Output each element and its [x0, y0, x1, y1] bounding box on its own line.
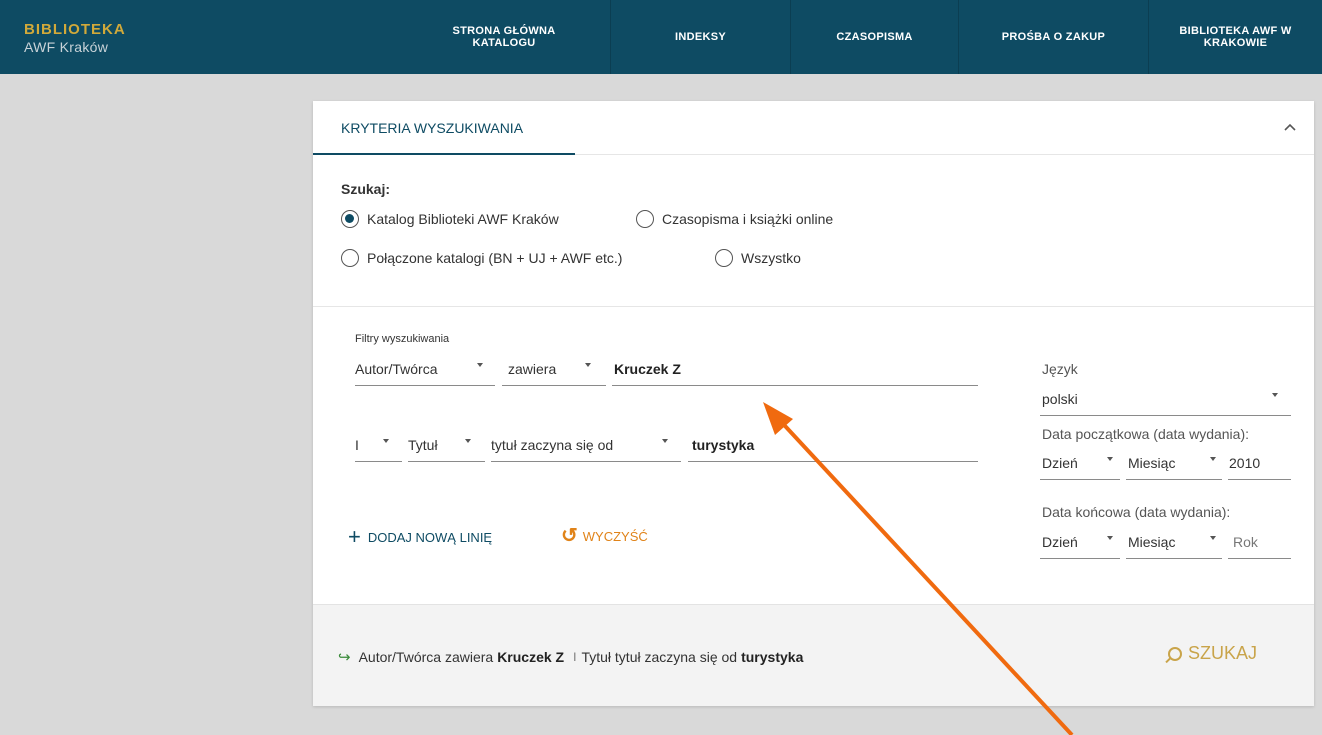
- start-date-label: Data początkowa (data wydania):: [1042, 426, 1249, 442]
- select-value: Tytuł: [408, 437, 438, 453]
- logo-title: BIBLIOTEKA: [24, 21, 126, 38]
- filters-label: Filtry wyszukiwania: [355, 333, 450, 345]
- radio-unselected-icon: [636, 210, 654, 228]
- caret-down-icon: [585, 363, 591, 367]
- select-value: polski: [1042, 391, 1078, 407]
- nav-label: PROŚBA O ZAKUP: [1001, 31, 1106, 43]
- end-day-select[interactable]: Dzień: [1040, 525, 1120, 559]
- nav-label: STRONA GŁÓWNA KATALOGU: [452, 25, 556, 49]
- line1-field-select[interactable]: Autor/Twórca: [355, 352, 495, 386]
- library-logo[interactable]: BIBLIOTEKA AWF Kraków: [24, 22, 126, 54]
- radio-label: Połączone katalogi (BN + UJ + AWF etc.): [367, 250, 623, 266]
- search-button[interactable]: SZUKAJ: [1168, 643, 1257, 664]
- logo-subtitle: AWF Kraków: [24, 39, 109, 55]
- section-divider: [313, 306, 1314, 307]
- search-label: SZUKAJ: [1188, 643, 1258, 663]
- input-value: turystyka: [692, 437, 755, 453]
- start-month-select[interactable]: Miesiąc: [1126, 446, 1222, 480]
- input-placeholder: Rok: [1233, 534, 1258, 550]
- nav-label: CZASOPISMA: [836, 31, 913, 43]
- caret-down-icon: [1210, 457, 1216, 461]
- caret-down-icon: [1107, 457, 1113, 461]
- select-value: Dzień: [1042, 455, 1078, 471]
- search-criteria-panel: KRYTERIA WYSZUKIWANIA Szukaj: Katalog Bi…: [313, 101, 1314, 706]
- search-icon: [1168, 646, 1182, 661]
- radio-unselected-icon: [715, 249, 733, 267]
- start-day-select[interactable]: Dzień: [1040, 446, 1120, 480]
- query-part: Tytuł tytuł zaczyna się od: [581, 649, 738, 665]
- top-navigation-bar: BIBLIOTEKA AWF Kraków STRONA GŁÓWNA KATA…: [0, 0, 1322, 74]
- query-part: Autor/Twórca zawiera: [358, 649, 494, 665]
- radio-label: Czasopisma i książki online: [662, 211, 834, 227]
- radio-scope-combined-catalogs[interactable]: Połączone katalogi (BN + UJ + AWF etc.): [341, 249, 622, 267]
- nav-library-awf[interactable]: BIBLIOTEKA AWF W KRAKOWIE: [1148, 0, 1322, 74]
- query-operator: I: [573, 650, 577, 664]
- radio-scope-online-journals[interactable]: Czasopisma i książki online: [636, 210, 833, 228]
- arrow-right-icon: ↪: [338, 649, 351, 666]
- nav-purchase-request[interactable]: PROŚBA O ZAKUP: [958, 0, 1148, 74]
- caret-down-icon: [383, 439, 389, 443]
- query-value: turystyka: [741, 649, 804, 665]
- query-value: Kruczek Z: [497, 649, 565, 665]
- tab-underline: [313, 153, 575, 155]
- reset-icon: ↺: [561, 525, 578, 547]
- line2-boolean-select[interactable]: I: [355, 428, 402, 462]
- select-value: Autor/Twórca: [355, 361, 438, 377]
- line1-search-input[interactable]: Kruczek Z: [612, 352, 978, 386]
- input-value: Kruczek Z: [614, 361, 681, 377]
- clear-label: WYCZYŚĆ: [582, 528, 648, 544]
- chevron-up-icon[interactable]: [1283, 117, 1303, 137]
- caret-down-icon: [465, 439, 471, 443]
- select-value: Miesiąc: [1128, 455, 1176, 471]
- caret-down-icon: [1210, 536, 1216, 540]
- clear-button[interactable]: ↺ WYCZYŚĆ: [561, 526, 648, 546]
- nav-indexes[interactable]: INDEKSY: [610, 0, 790, 74]
- nav-journals[interactable]: CZASOPISMA: [790, 0, 958, 74]
- end-date-label: Data końcowa (data wydania):: [1042, 504, 1231, 520]
- query-summary-bar: ↪ Autor/Twórca zawiera Kruczek Z I Tytuł…: [313, 604, 1314, 706]
- line1-operator-select[interactable]: zawiera: [502, 352, 606, 386]
- select-value: I: [355, 437, 359, 453]
- input-value: 2010: [1229, 455, 1261, 471]
- caret-down-icon: [1107, 536, 1113, 540]
- nav-catalog-home[interactable]: STRONA GŁÓWNA KATALOGU: [398, 0, 610, 74]
- radio-label: Wszystko: [741, 250, 801, 266]
- radio-label: Katalog Biblioteki AWF Kraków: [367, 211, 559, 227]
- line2-operator-select[interactable]: tytuł zaczyna się od: [491, 428, 681, 462]
- select-value: tytuł zaczyna się od: [491, 437, 614, 453]
- radio-selected-icon: [341, 210, 359, 228]
- caret-down-icon: [477, 363, 483, 367]
- nav-label: BIBLIOTEKA AWF W KRAKOWIE: [1179, 25, 1292, 49]
- radio-scope-awf-catalog[interactable]: Katalog Biblioteki AWF Kraków: [341, 210, 559, 228]
- caret-down-icon: [1272, 393, 1278, 397]
- select-value: Miesiąc: [1128, 534, 1176, 550]
- add-new-line-button[interactable]: + DODAJ NOWĄ LINIĘ: [348, 526, 492, 548]
- language-label: Język: [1042, 361, 1078, 377]
- add-line-label: DODAJ NOWĄ LINIĘ: [367, 529, 493, 545]
- select-value: zawiera: [508, 361, 557, 377]
- panel-tab-row: KRYTERIA WYSZUKIWANIA: [313, 101, 1314, 155]
- tab-search-criteria[interactable]: KRYTERIA WYSZUKIWANIA: [341, 120, 523, 136]
- search-scope-label: Szukaj:: [341, 181, 391, 197]
- caret-down-icon: [662, 439, 668, 443]
- plus-icon: +: [348, 524, 361, 549]
- query-summary: ↪ Autor/Twórca zawiera Kruczek Z I Tytuł…: [338, 648, 807, 666]
- nav-label: INDEKSY: [675, 31, 726, 43]
- end-year-input[interactable]: Rok: [1228, 525, 1291, 559]
- start-year-input[interactable]: 2010: [1228, 446, 1291, 480]
- line2-search-input[interactable]: turystyka: [688, 428, 978, 462]
- select-value: Dzień: [1042, 534, 1078, 550]
- end-month-select[interactable]: Miesiąc: [1126, 525, 1222, 559]
- language-select[interactable]: polski: [1040, 382, 1291, 416]
- radio-unselected-icon: [341, 249, 359, 267]
- radio-scope-everything[interactable]: Wszystko: [715, 249, 801, 267]
- line2-field-select[interactable]: Tytuł: [408, 428, 485, 462]
